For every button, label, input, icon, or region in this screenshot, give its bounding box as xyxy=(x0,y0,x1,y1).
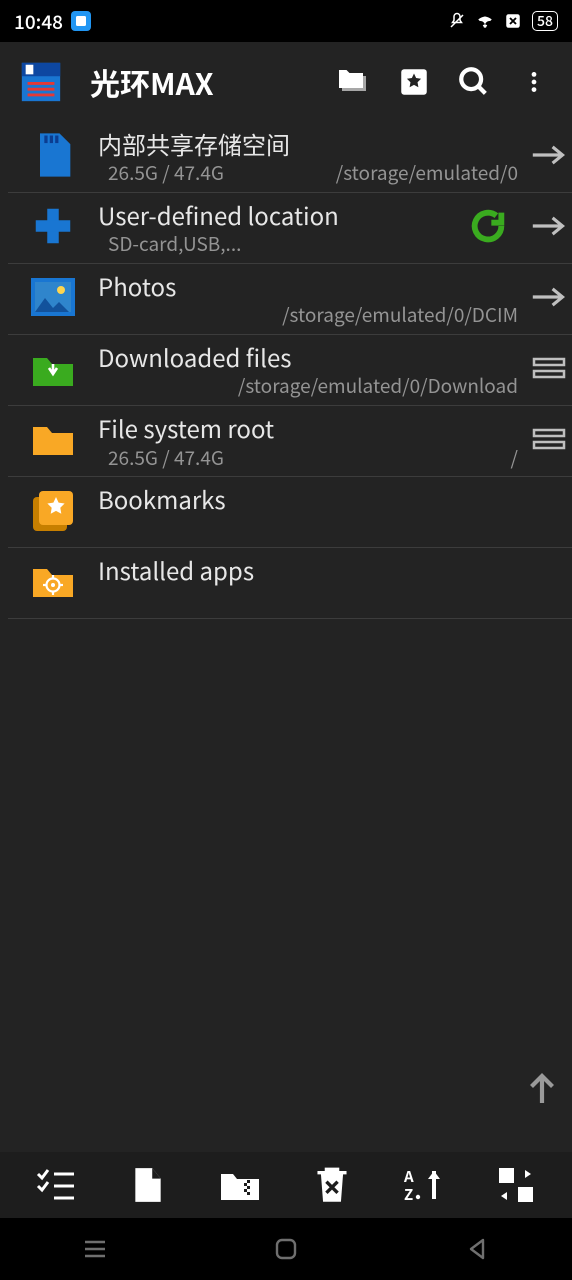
list-item-internal-storage[interactable]: 内部共享存储空间 26.5G / 47.4G /storage/emulated… xyxy=(8,122,572,193)
row-sub-right: / xyxy=(511,445,518,471)
list-item-fs-root[interactable]: File system root 26.5G / 47.4G / xyxy=(8,406,572,477)
menu-dots-icon[interactable] xyxy=(514,62,554,102)
list-item-bookmarks[interactable]: Bookmarks xyxy=(8,477,572,548)
app-indicator-icon xyxy=(71,11,91,31)
row-sub-right: /storage/emulated/0/DCIM xyxy=(282,302,518,328)
battery-icon: 58 xyxy=(532,11,558,31)
archive-folder-icon[interactable] xyxy=(217,1162,263,1208)
download-folder-icon xyxy=(29,347,77,394)
row-sub-right: /storage/emulated/0/Download xyxy=(238,373,518,399)
folder-icon xyxy=(29,418,77,465)
row-title: User-defined location xyxy=(98,199,442,231)
data-off-icon xyxy=(504,12,522,30)
row-sub-left: SD-card,USB,... xyxy=(98,231,241,257)
status-time: 10:48 xyxy=(14,8,63,35)
nav-back-button[interactable] xyxy=(417,1229,537,1269)
arrow-right-icon[interactable] xyxy=(531,212,567,245)
status-right: 58 xyxy=(448,11,558,31)
storage-list: 内部共享存储空间 26.5G / 47.4G /storage/emulated… xyxy=(0,122,572,619)
status-left: 10:48 xyxy=(14,8,91,35)
android-nav-bar xyxy=(0,1218,572,1280)
panel-rows-icon[interactable] xyxy=(532,357,566,384)
list-item-downloads[interactable]: Downloaded files /storage/emulated/0/Dow… xyxy=(8,335,572,406)
top-toolbar: 光环MAX xyxy=(0,42,572,122)
bookmark-folder-icon[interactable] xyxy=(394,62,434,102)
plus-icon xyxy=(30,203,76,254)
list-item-installed-apps[interactable]: Installed apps xyxy=(8,548,572,619)
list-item-user-defined[interactable]: User-defined location SD-card,USB,... xyxy=(8,193,572,264)
app-logo-icon[interactable] xyxy=(18,59,64,105)
scroll-top-button[interactable] xyxy=(518,1064,566,1112)
row-sub-right: /storage/emulated/0 xyxy=(336,160,518,186)
row-title: File system root xyxy=(98,412,518,444)
sd-card-icon xyxy=(31,129,75,186)
svg-text:Z: Z xyxy=(404,1184,413,1203)
arrow-right-icon[interactable] xyxy=(531,141,567,174)
wifi-icon xyxy=(476,12,494,30)
row-sub-left: 26.5G / 47.4G xyxy=(98,445,224,471)
photos-icon xyxy=(29,276,77,323)
select-multi-icon[interactable] xyxy=(33,1162,79,1208)
nav-recent-button[interactable] xyxy=(35,1229,155,1269)
new-file-icon[interactable] xyxy=(125,1162,171,1208)
search-icon[interactable] xyxy=(454,62,494,102)
refresh-icon[interactable] xyxy=(468,206,508,251)
row-title: Bookmarks xyxy=(98,483,518,515)
status-bar: 10:48 58 xyxy=(0,0,572,42)
mute-icon xyxy=(448,12,466,30)
bottom-toolbar: A Z xyxy=(0,1152,572,1218)
row-title: 内部共享存储空间 xyxy=(98,128,518,160)
sort-az-icon[interactable]: A Z xyxy=(401,1162,447,1208)
arrow-right-icon[interactable] xyxy=(531,283,567,316)
folder-stack-icon[interactable] xyxy=(334,62,374,102)
bookmarks-icon xyxy=(29,487,77,538)
apps-gear-icon xyxy=(29,560,77,607)
battery-level: 58 xyxy=(537,11,553,31)
row-title: Installed apps xyxy=(98,554,518,586)
row-title: Photos xyxy=(98,270,518,302)
panel-rows-icon[interactable] xyxy=(532,428,566,455)
nav-home-button[interactable] xyxy=(226,1229,346,1269)
swap-panels-icon[interactable] xyxy=(493,1162,539,1208)
list-item-photos[interactable]: Photos /storage/emulated/0/DCIM xyxy=(8,264,572,335)
trash-icon[interactable] xyxy=(309,1162,355,1208)
app-title: 光环MAX xyxy=(84,60,314,104)
row-title: Downloaded files xyxy=(98,341,518,373)
row-sub-left: 26.5G / 47.4G xyxy=(98,160,224,186)
